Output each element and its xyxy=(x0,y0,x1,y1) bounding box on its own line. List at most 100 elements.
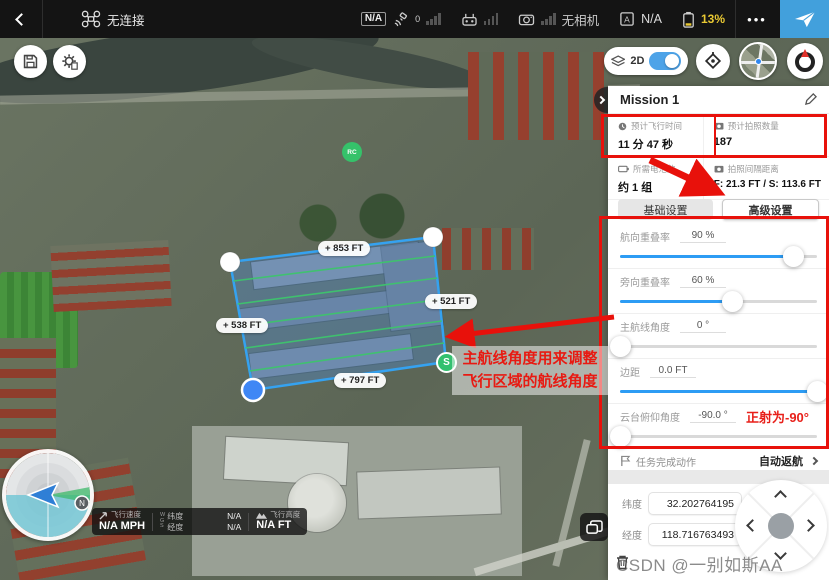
north-label: N xyxy=(79,499,85,508)
margin-slider[interactable] xyxy=(620,390,817,393)
route-start-marker[interactable]: S xyxy=(436,352,457,373)
slider-knob[interactable] xyxy=(610,336,631,357)
nudge-center-button[interactable] xyxy=(768,513,794,539)
edit-icon[interactable] xyxy=(804,93,817,106)
flag-icon xyxy=(620,455,631,467)
locate-button[interactable] xyxy=(696,44,730,78)
map-industrial-roof xyxy=(357,468,501,519)
side-overlap-value[interactable]: 60 % xyxy=(680,275,726,288)
nudge-up-button[interactable] xyxy=(774,490,787,503)
altitude-icon xyxy=(256,511,267,519)
satellite-icon xyxy=(392,12,409,27)
edge-length-label: + 521 FT xyxy=(425,294,477,309)
camera-status: 无相机 xyxy=(562,10,600,29)
front-overlap-slider[interactable] xyxy=(620,255,817,258)
nudge-down-button[interactable] xyxy=(774,547,787,560)
edge-length-label: + 797 FT xyxy=(334,373,386,388)
more-menu-button[interactable]: ••• xyxy=(736,0,778,38)
slider-knob[interactable] xyxy=(722,291,743,312)
gps-na-badge: N/A xyxy=(361,12,386,26)
locate-icon xyxy=(703,51,723,71)
checklist-value: N/A xyxy=(641,12,662,26)
side-overlap-slider[interactable] xyxy=(620,300,817,303)
camera-signal[interactable]: 无相机 xyxy=(508,10,609,29)
photo-icon xyxy=(714,122,724,130)
chevron-right-icon xyxy=(810,457,818,465)
annotation-gimbal-note: 正射为-90° xyxy=(746,407,809,426)
minimap-button[interactable] xyxy=(739,42,777,80)
stat-batteries: 所需电池数 约 1 组 xyxy=(608,157,704,200)
battery-percent: 13% xyxy=(701,12,725,26)
map-layers-button[interactable] xyxy=(580,513,608,541)
slider-side-overlap: 旁向重叠率 60 % xyxy=(608,269,829,314)
advanced-settings-sliders: 航向重叠率 90 % 旁向重叠率 60 % 主航线角度 0 ° xyxy=(608,224,829,452)
route-angle-value[interactable]: 0 ° xyxy=(680,320,726,333)
checklist-status[interactable]: A N/A xyxy=(609,11,672,27)
gimbal-pitch-slider[interactable] xyxy=(620,435,817,438)
longitude-input[interactable]: 118.716763493 xyxy=(648,523,742,546)
battery-status[interactable]: 13% xyxy=(672,11,735,28)
slider-route-angle: 主航线角度 0 ° xyxy=(608,314,829,359)
map-mode-toggle-pill[interactable]: 2D xyxy=(604,47,688,75)
gps-status[interactable]: N/A 0 xyxy=(351,12,451,27)
stat-photo-count: 预计拍照数量 187 xyxy=(704,114,829,157)
attitude-compass-dial: N xyxy=(6,453,90,537)
speed-icon xyxy=(99,511,108,520)
satellite-count: 0 xyxy=(415,14,420,24)
layers-icon xyxy=(611,55,625,68)
route-angle-slider[interactable] xyxy=(620,345,817,348)
attitude-compass: N xyxy=(2,449,94,541)
gimbal-pitch-value[interactable]: -90.0 ° xyxy=(690,410,736,423)
tab-basic-settings[interactable]: 基础设置 xyxy=(618,199,713,220)
back-button[interactable] xyxy=(0,0,42,38)
finish-action-row[interactable]: 任务完成动作 自动返航 xyxy=(608,452,829,470)
compass-button[interactable] xyxy=(787,43,823,79)
mission-settings-button[interactable] xyxy=(53,45,86,78)
margin-value[interactable]: 0.0 FT xyxy=(650,365,696,378)
checklist-icon: A xyxy=(619,11,635,27)
slider-knob[interactable] xyxy=(783,246,804,267)
aircraft-connection[interactable]: 无连接 xyxy=(71,10,155,29)
photo-icon xyxy=(714,165,724,173)
more-icon: ••• xyxy=(747,12,767,27)
coordinates-section: 纬度 32.202764195 经度 118.716763493 xyxy=(608,484,829,580)
slider-knob[interactable] xyxy=(807,381,828,402)
mission-stats: 预计飞行时间 11 分 47 秒 预计拍照数量 187 所需电池数 约 1 组 xyxy=(608,114,829,196)
nudge-right-button[interactable] xyxy=(802,519,815,532)
svg-text:A: A xyxy=(624,14,630,24)
mission-title: Mission 1 xyxy=(620,92,679,107)
status-bar: 无连接 N/A 0 无相机 A N/A 13% ••• xyxy=(0,0,829,38)
longitude-label: 经度 xyxy=(614,527,642,542)
edge-length-label: + 853 FT xyxy=(318,241,370,256)
slider-margin: 边距 0.0 FT xyxy=(608,359,829,404)
clock-icon xyxy=(618,122,627,131)
slider-knob[interactable] xyxy=(610,426,631,447)
airplane-icon xyxy=(794,9,816,29)
nudge-dpad[interactable] xyxy=(735,480,827,572)
back-icon xyxy=(15,13,28,26)
telemetry-speed: 飞行速度 N/A MPH xyxy=(99,511,145,533)
2d-toggle-switch[interactable] xyxy=(649,52,681,70)
tab-advanced-settings[interactable]: 高级设置 xyxy=(722,199,819,220)
app-root: + 853 FT + 521 FT + 538 FT + 797 FT RC S… xyxy=(0,0,829,580)
mission-panel: Mission 1 预计飞行时间 11 分 47 秒 预计拍照数量 187 xyxy=(608,86,829,580)
save-mission-button[interactable] xyxy=(14,45,47,78)
map-buildings-red xyxy=(442,228,534,270)
gps-signal-bars xyxy=(426,13,441,25)
rc-location-marker: RC xyxy=(342,142,362,162)
telemetry-bar: 飞行速度 N/A MPH WGS 纬度N/A 经度N/A 飞行高度 N/A FT xyxy=(92,508,307,535)
map-building xyxy=(381,241,443,331)
gear-icon xyxy=(61,53,79,71)
start-flight-button[interactable] xyxy=(780,0,829,38)
finish-action-label: 任务完成动作 xyxy=(636,454,754,469)
rc-signal[interactable] xyxy=(451,12,509,26)
map-building xyxy=(249,334,413,379)
latitude-input[interactable]: 32.202764195 xyxy=(648,492,742,515)
stat-flight-time: 预计飞行时间 11 分 47 秒 xyxy=(608,114,704,157)
stat-photo-interval: 拍照间隔距离 F: 21.3 FT / S: 113.6 FT xyxy=(704,157,829,200)
front-overlap-value[interactable]: 90 % xyxy=(680,230,726,243)
telemetry-coords: WGS 纬度N/A 经度N/A xyxy=(160,511,241,533)
minimap-position-dot xyxy=(755,58,762,65)
compass-icon xyxy=(792,48,818,74)
nudge-left-button[interactable] xyxy=(746,519,759,532)
